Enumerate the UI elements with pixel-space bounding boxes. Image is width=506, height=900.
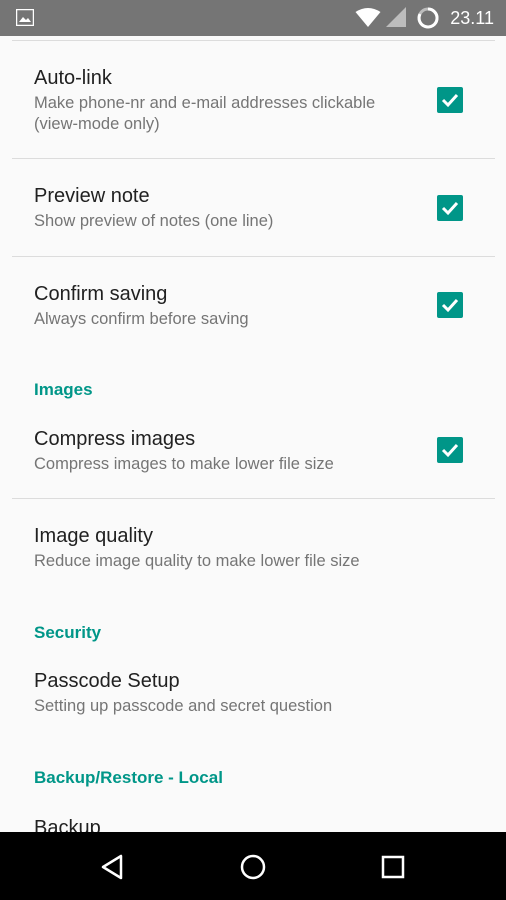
category-backup-restore-local: Backup/Restore - Local bbox=[34, 768, 223, 787]
check-icon bbox=[441, 201, 459, 216]
pref-image-quality[interactable]: Image quality Reduce image quality to ma… bbox=[0, 499, 506, 589]
pref-title: Auto-link bbox=[34, 67, 112, 89]
pref-passcode-setup[interactable]: Passcode Setup Setting up passcode and s… bbox=[0, 656, 506, 740]
pref-title: Compress images bbox=[34, 428, 196, 450]
category-images: Images bbox=[34, 380, 93, 399]
check-icon bbox=[441, 298, 459, 313]
confirm-saving-checkbox[interactable] bbox=[437, 292, 463, 318]
check-icon bbox=[441, 93, 459, 108]
clock: 23.11 bbox=[450, 8, 494, 28]
pref-title: Passcode Setup bbox=[34, 670, 180, 692]
back-icon[interactable] bbox=[98, 852, 128, 882]
pref-compress-images[interactable]: Compress images Compress images to make … bbox=[0, 414, 506, 498]
preview-note-checkbox[interactable] bbox=[437, 195, 463, 221]
pref-summary: Setting up passcode and secret question bbox=[34, 697, 333, 715]
pref-auto-link[interactable]: Auto-link Make phone-nr and e-mail addre… bbox=[0, 60, 506, 158]
pref-title: Preview note bbox=[34, 185, 150, 207]
status-bar: 23.11 bbox=[0, 0, 506, 36]
wifi-icon bbox=[355, 8, 381, 27]
auto-link-checkbox[interactable] bbox=[437, 87, 463, 113]
home-icon[interactable] bbox=[238, 852, 268, 882]
navigation-bar bbox=[0, 832, 506, 900]
pref-title: Backup bbox=[34, 817, 101, 832]
pref-confirm-saving[interactable]: Confirm saving Always confirm before sav… bbox=[0, 257, 506, 355]
divider bbox=[12, 40, 495, 41]
recents-icon[interactable] bbox=[378, 852, 408, 882]
pref-preview-note[interactable]: Preview note Show preview of notes (one … bbox=[0, 159, 506, 255]
pref-backup[interactable]: Backup bbox=[0, 802, 506, 832]
pref-summary: Make phone-nr and e-mail addresses click… bbox=[34, 94, 376, 133]
check-icon bbox=[441, 443, 459, 458]
image-icon bbox=[16, 9, 34, 26]
compress-images-checkbox[interactable] bbox=[437, 437, 463, 463]
pref-title: Image quality bbox=[34, 525, 153, 547]
battery-icon bbox=[417, 7, 439, 29]
pref-summary: Reduce image quality to make lower file … bbox=[34, 552, 360, 570]
pref-summary: Compress images to make lower file size bbox=[34, 455, 334, 473]
pref-title: Confirm saving bbox=[34, 283, 168, 305]
pref-summary: Always confirm before saving bbox=[34, 310, 249, 328]
cell-signal-icon bbox=[386, 7, 406, 27]
category-security: Security bbox=[34, 623, 102, 642]
pref-summary: Show preview of notes (one line) bbox=[34, 212, 274, 230]
settings-list[interactable]: Auto-link Make phone-nr and e-mail addre… bbox=[0, 36, 506, 832]
